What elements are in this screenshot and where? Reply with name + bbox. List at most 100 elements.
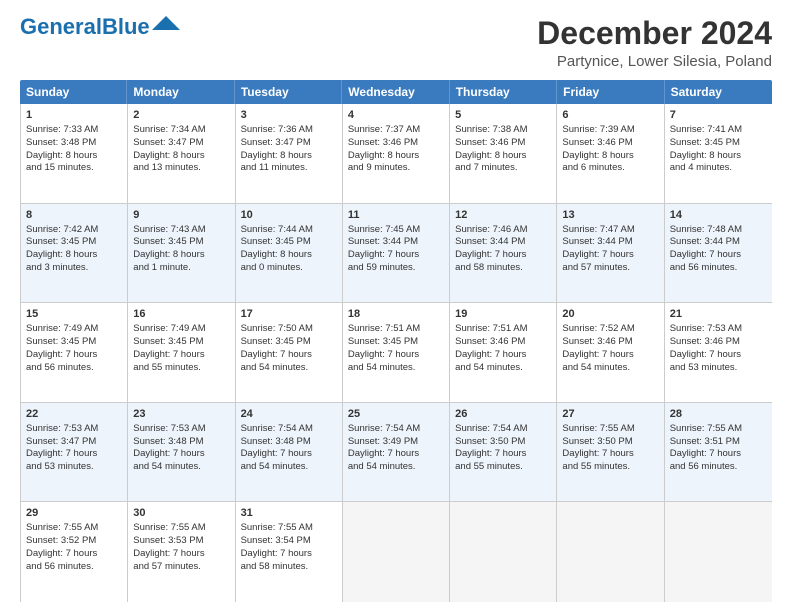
day-info-line: Sunset: 3:45 PM [26, 336, 122, 349]
calendar-row: 29Sunrise: 7:55 AMSunset: 3:52 PMDayligh… [21, 502, 772, 602]
calendar-row: 1Sunrise: 7:33 AMSunset: 3:48 PMDaylight… [21, 104, 772, 204]
day-info-line: Sunset: 3:46 PM [348, 137, 444, 150]
day-number: 16 [133, 307, 229, 322]
day-number: 20 [562, 307, 658, 322]
day-info-line: Daylight: 8 hours [348, 150, 444, 163]
header: GeneralBlue December 2024 Partynice, Low… [20, 16, 772, 70]
day-number: 13 [562, 208, 658, 223]
day-info-line: and 54 minutes. [348, 461, 444, 474]
day-info-line: Sunset: 3:48 PM [241, 436, 337, 449]
day-info-line: and 3 minutes. [26, 262, 122, 275]
day-info-line: and 59 minutes. [348, 262, 444, 275]
day-number: 22 [26, 407, 122, 422]
day-info-line: Sunrise: 7:45 AM [348, 224, 444, 237]
header-day: Wednesday [342, 80, 449, 104]
day-info-line: Sunrise: 7:54 AM [348, 423, 444, 436]
day-cell: 16Sunrise: 7:49 AMSunset: 3:45 PMDayligh… [128, 303, 235, 402]
day-cell: 3Sunrise: 7:36 AMSunset: 3:47 PMDaylight… [236, 104, 343, 203]
day-info-line: Sunrise: 7:44 AM [241, 224, 337, 237]
day-cell: 7Sunrise: 7:41 AMSunset: 3:45 PMDaylight… [665, 104, 772, 203]
day-info-line: Sunset: 3:45 PM [133, 336, 229, 349]
day-info-line: Sunrise: 7:55 AM [133, 522, 229, 535]
day-info-line: Daylight: 8 hours [133, 249, 229, 262]
header-day: Friday [557, 80, 664, 104]
day-cell: 25Sunrise: 7:54 AMSunset: 3:49 PMDayligh… [343, 403, 450, 502]
day-info-line: Sunset: 3:48 PM [133, 436, 229, 449]
day-info-line: Daylight: 7 hours [562, 249, 658, 262]
day-cell: 18Sunrise: 7:51 AMSunset: 3:45 PMDayligh… [343, 303, 450, 402]
day-info-line: Sunrise: 7:54 AM [241, 423, 337, 436]
day-info-line: Sunset: 3:50 PM [562, 436, 658, 449]
day-number: 27 [562, 407, 658, 422]
day-info-line: Sunset: 3:47 PM [241, 137, 337, 150]
day-info-line: Sunrise: 7:52 AM [562, 323, 658, 336]
empty-cell [665, 502, 772, 602]
day-info-line: Daylight: 8 hours [455, 150, 551, 163]
day-info-line: Sunset: 3:54 PM [241, 535, 337, 548]
calendar-row: 15Sunrise: 7:49 AMSunset: 3:45 PMDayligh… [21, 303, 772, 403]
day-number: 10 [241, 208, 337, 223]
empty-cell [557, 502, 664, 602]
day-info-line: Sunset: 3:47 PM [133, 137, 229, 150]
day-number: 14 [670, 208, 767, 223]
day-info-line: Sunset: 3:45 PM [133, 236, 229, 249]
day-info-line: and 11 minutes. [241, 162, 337, 175]
day-number: 24 [241, 407, 337, 422]
day-number: 4 [348, 108, 444, 123]
day-cell: 29Sunrise: 7:55 AMSunset: 3:52 PMDayligh… [21, 502, 128, 602]
day-cell: 15Sunrise: 7:49 AMSunset: 3:45 PMDayligh… [21, 303, 128, 402]
day-info-line: and 54 minutes. [455, 362, 551, 375]
day-info-line: and 6 minutes. [562, 162, 658, 175]
day-info-line: and 58 minutes. [241, 561, 337, 574]
day-info-line: Daylight: 7 hours [670, 448, 767, 461]
day-info-line: and 56 minutes. [26, 362, 122, 375]
day-number: 21 [670, 307, 767, 322]
title-block: December 2024 Partynice, Lower Silesia, … [537, 16, 772, 70]
day-info-line: Sunrise: 7:49 AM [26, 323, 122, 336]
day-info-line: Daylight: 7 hours [133, 349, 229, 362]
day-info-line: Daylight: 7 hours [26, 548, 122, 561]
day-info-line: Sunrise: 7:55 AM [26, 522, 122, 535]
day-info-line: and 57 minutes. [133, 561, 229, 574]
day-cell: 11Sunrise: 7:45 AMSunset: 3:44 PMDayligh… [343, 204, 450, 303]
day-info-line: Sunset: 3:50 PM [455, 436, 551, 449]
day-number: 12 [455, 208, 551, 223]
day-number: 11 [348, 208, 444, 223]
day-number: 31 [241, 506, 337, 521]
calendar: SundayMondayTuesdayWednesdayThursdayFrid… [20, 80, 772, 602]
day-number: 29 [26, 506, 122, 521]
day-info-line: Sunrise: 7:38 AM [455, 124, 551, 137]
day-info-line: and 15 minutes. [26, 162, 122, 175]
day-cell: 13Sunrise: 7:47 AMSunset: 3:44 PMDayligh… [557, 204, 664, 303]
day-info-line: and 55 minutes. [562, 461, 658, 474]
logo: GeneralBlue [20, 16, 180, 38]
day-info-line: Sunrise: 7:53 AM [26, 423, 122, 436]
main-title: December 2024 [537, 16, 772, 51]
day-cell: 30Sunrise: 7:55 AMSunset: 3:53 PMDayligh… [128, 502, 235, 602]
day-info-line: Sunrise: 7:41 AM [670, 124, 767, 137]
day-info-line: Sunset: 3:46 PM [562, 137, 658, 150]
day-info-line: Sunrise: 7:48 AM [670, 224, 767, 237]
day-cell: 22Sunrise: 7:53 AMSunset: 3:47 PMDayligh… [21, 403, 128, 502]
day-info-line: Sunset: 3:46 PM [670, 336, 767, 349]
day-info-line: Sunrise: 7:50 AM [241, 323, 337, 336]
header-day: Sunday [20, 80, 127, 104]
day-info-line: Sunrise: 7:39 AM [562, 124, 658, 137]
day-number: 26 [455, 407, 551, 422]
day-info-line: Daylight: 7 hours [455, 249, 551, 262]
empty-cell [450, 502, 557, 602]
day-info-line: Sunset: 3:46 PM [562, 336, 658, 349]
day-info-line: Sunrise: 7:53 AM [670, 323, 767, 336]
day-info-line: Sunset: 3:51 PM [670, 436, 767, 449]
day-info-line: Sunrise: 7:51 AM [455, 323, 551, 336]
day-info-line: and 54 minutes. [241, 362, 337, 375]
day-info-line: Sunset: 3:46 PM [455, 336, 551, 349]
day-info-line: Sunrise: 7:43 AM [133, 224, 229, 237]
day-info-line: Sunrise: 7:53 AM [133, 423, 229, 436]
day-info-line: Daylight: 8 hours [26, 150, 122, 163]
day-info-line: Sunset: 3:45 PM [348, 336, 444, 349]
day-cell: 24Sunrise: 7:54 AMSunset: 3:48 PMDayligh… [236, 403, 343, 502]
day-info-line: Daylight: 7 hours [241, 448, 337, 461]
day-info-line: Sunset: 3:49 PM [348, 436, 444, 449]
day-cell: 20Sunrise: 7:52 AMSunset: 3:46 PMDayligh… [557, 303, 664, 402]
